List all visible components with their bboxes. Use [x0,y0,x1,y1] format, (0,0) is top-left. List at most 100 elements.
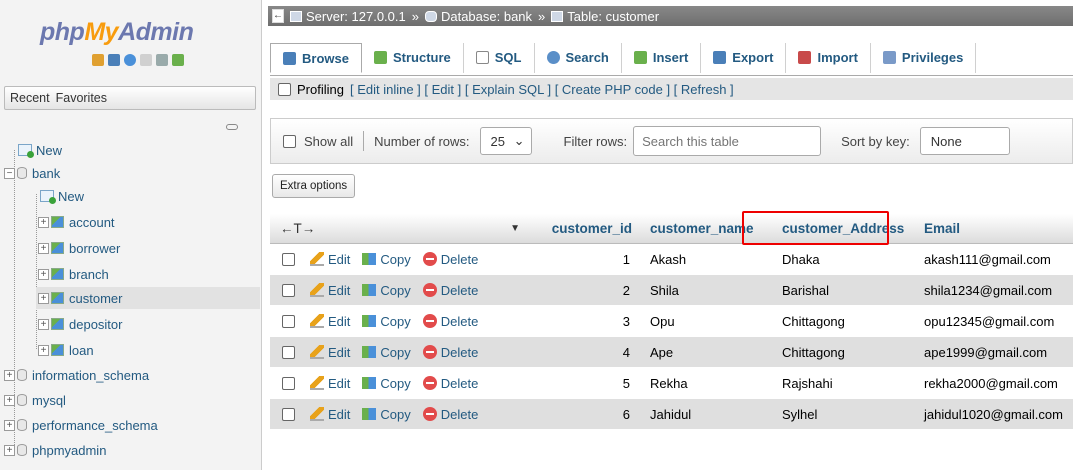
collapse-icon[interactable]: − [4,167,15,179]
tree-item-mysql[interactable]: + mysql [4,389,66,411]
cell-customer-address[interactable]: Barishal [770,283,918,298]
cell-customer-name[interactable]: Rekha [640,376,770,391]
rows-select[interactable]: 25 ⌄ [479,127,532,155]
copy-button[interactable]: Copy [362,283,411,298]
row-checkbox[interactable] [282,252,295,266]
cell-email[interactable]: akash111@gmail.com [918,252,1073,267]
delete-button[interactable]: Delete [422,252,478,267]
link-collapse-icon[interactable] [226,124,238,130]
tab-recent[interactable]: Recent [10,91,50,105]
cell-customer-id[interactable]: 6 [522,407,640,422]
tab-structure[interactable]: Structure [362,42,464,73]
expand-icon[interactable]: + [4,394,15,406]
cell-customer-name[interactable]: Ape [640,345,770,360]
cell-customer-name[interactable]: Akash [640,252,770,267]
delete-button[interactable]: Delete [422,345,478,360]
cell-customer-id[interactable]: 4 [522,345,640,360]
breadcrumb-server[interactable]: Server: 127.0.0.1 [290,9,406,24]
cell-email[interactable]: shila1234@gmail.com [918,283,1073,298]
home-icon[interactable] [92,54,104,66]
delete-button[interactable]: Delete [422,283,478,298]
copy-button[interactable]: Copy [362,407,411,422]
tab-insert[interactable]: Insert [622,42,702,73]
cell-customer-name[interactable]: Opu [640,314,770,329]
expand-icon[interactable]: + [4,369,15,381]
breadcrumb-database[interactable]: Database: bank [424,9,532,24]
cell-customer-id[interactable]: 1 [522,252,640,267]
tab-favorites[interactable]: Favorites [56,91,107,105]
tree-item-new-table[interactable]: New [40,185,84,207]
sort-by-key-select[interactable]: None [919,127,1010,155]
cell-customer-id[interactable]: 3 [522,314,640,329]
cell-email[interactable]: jahidul1020@gmail.com [918,407,1073,422]
sort-down-icon[interactable]: ▼ [510,223,520,234]
expand-icon[interactable]: + [38,318,49,330]
copy-button[interactable]: Copy [362,314,411,329]
cell-customer-address[interactable]: Dhaka [770,252,918,267]
help-icon[interactable] [124,54,136,66]
breadcrumb-table[interactable]: Table: customer [551,9,659,24]
tree-item-depositor[interactable]: + depositor [38,313,122,335]
logout-icon[interactable] [108,54,120,66]
cell-customer-address[interactable]: Chittagong [770,314,918,329]
cell-customer-id[interactable]: 2 [522,283,640,298]
edit-button[interactable]: Edit [310,283,350,298]
row-checkbox[interactable] [282,407,295,421]
expand-icon[interactable]: + [4,419,15,431]
column-move-arrows[interactable]: ←T→ [280,221,315,236]
profiling-checkbox[interactable] [278,82,291,96]
column-customer-id[interactable]: customer_id [522,221,640,236]
cell-customer-name[interactable]: Jahidul [640,407,770,422]
cell-customer-address[interactable]: Sylhel [770,407,918,422]
row-checkbox[interactable] [282,376,295,390]
row-checkbox[interactable] [282,314,295,328]
tree-item-customer[interactable]: + customer [36,287,260,309]
reload-icon[interactable] [172,54,184,66]
cell-customer-address[interactable]: Rajshahi [770,376,918,391]
cell-customer-id[interactable]: 5 [522,376,640,391]
phpmyadmin-logo[interactable]: phpMyAdmin [40,18,194,47]
cell-email[interactable]: rekha2000@gmail.com [918,376,1073,391]
edit-button[interactable]: Edit [310,314,350,329]
edit-button[interactable]: Edit [310,345,350,360]
expand-icon[interactable]: + [4,444,15,456]
filter-rows-input[interactable] [633,126,822,156]
cell-customer-name[interactable]: Shila [640,283,770,298]
show-all-checkbox[interactable] [283,134,296,148]
copy-button[interactable]: Copy [362,252,411,267]
tree-item-borrower[interactable]: + borrower [38,237,120,259]
expand-icon[interactable]: + [38,292,49,304]
tree-item-loan[interactable]: + loan [38,339,94,361]
edit-button[interactable]: Edit [310,252,350,267]
tree-item-bank[interactable]: − bank [4,162,60,184]
tab-search[interactable]: Search [535,42,622,73]
delete-button[interactable]: Delete [422,407,478,422]
tree-item-new-root[interactable]: New [18,139,62,161]
expand-icon[interactable]: + [38,344,49,356]
expand-icon[interactable]: + [38,242,49,254]
delete-button[interactable]: Delete [422,314,478,329]
tab-privileges[interactable]: Privileges [871,42,977,73]
extra-options-button[interactable]: Extra options [272,174,356,198]
tab-import[interactable]: Import [786,42,871,73]
tree-item-performance-schema[interactable]: + performance_schema [4,414,158,436]
row-checkbox[interactable] [282,283,295,297]
expand-icon[interactable]: + [38,216,49,228]
column-email[interactable]: Email [918,221,1073,236]
gear-icon[interactable] [156,54,168,66]
query-action-links[interactable]: [ Edit inline ] [ Edit ] [ Explain SQL ]… [350,82,734,97]
cell-email[interactable]: opu12345@gmail.com [918,314,1073,329]
column-arrows[interactable]: ←T→ ▼ [270,221,522,236]
cell-customer-address[interactable]: Chittagong [770,345,918,360]
cell-email[interactable]: ape1999@gmail.com [918,345,1073,360]
edit-button[interactable]: Edit [310,376,350,391]
tree-item-branch[interactable]: + branch [38,263,109,285]
delete-button[interactable]: Delete [422,376,478,391]
docs-icon[interactable] [140,54,152,66]
tree-item-account[interactable]: + account [38,211,115,233]
tab-sql[interactable]: SQL [464,42,535,73]
copy-button[interactable]: Copy [362,345,411,360]
row-checkbox[interactable] [282,345,295,359]
expand-icon[interactable]: + [38,268,49,280]
tab-export[interactable]: Export [701,42,787,73]
